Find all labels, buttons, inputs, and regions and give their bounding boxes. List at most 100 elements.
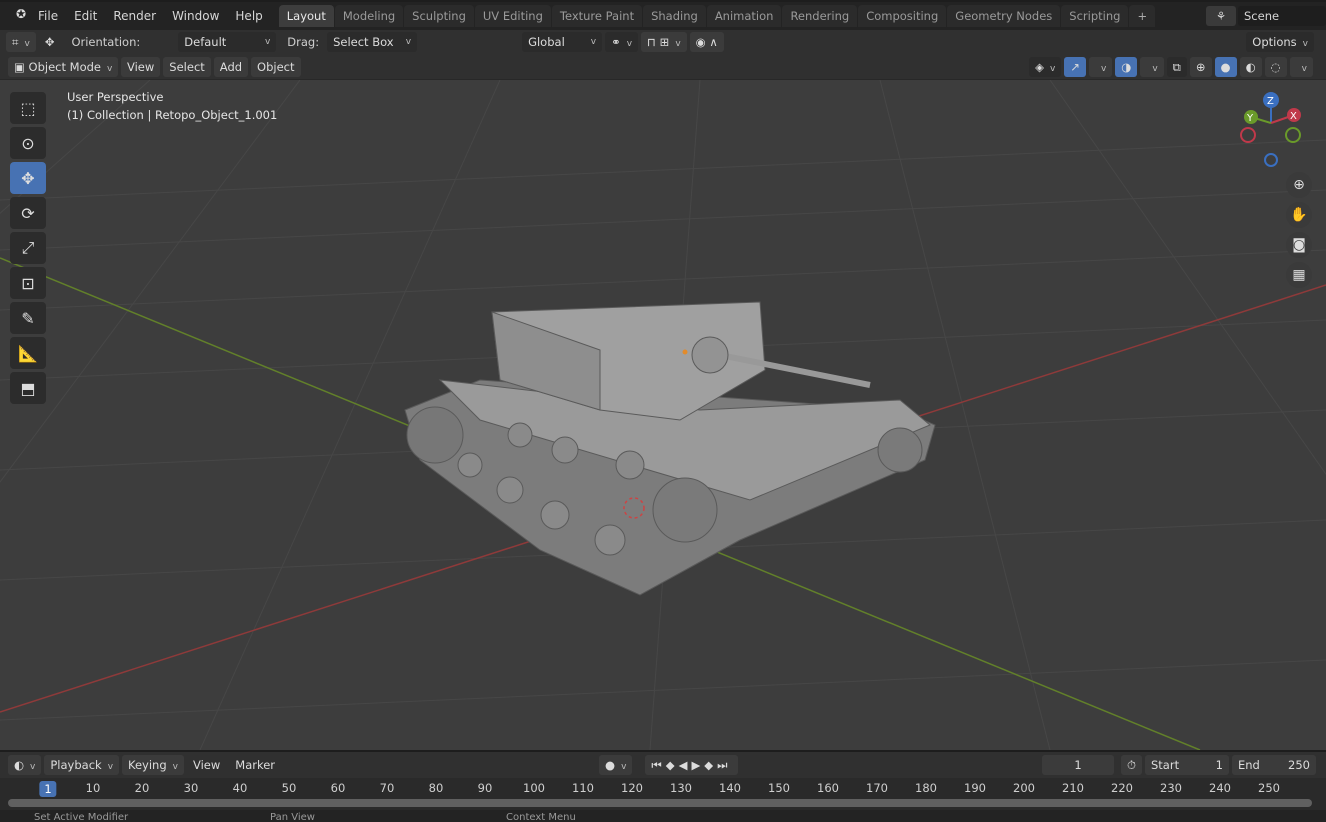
shading-material-icon[interactable]: ◐ (1239, 56, 1262, 77)
add-workspace-button[interactable]: + (1129, 5, 1156, 27)
scene-name-field[interactable]: Scene (1238, 6, 1326, 26)
current-frame-field[interactable]: 1 (1042, 755, 1115, 775)
drag-value: Select Box (333, 35, 394, 49)
tab-modeling[interactable]: Modeling (334, 5, 404, 27)
frame-tick: 60 (330, 781, 346, 795)
start-frame-field[interactable]: Start 1 (1145, 755, 1229, 775)
frame-tick: 230 (1160, 781, 1182, 795)
tab-animation[interactable]: Animation (706, 5, 782, 27)
mode-value: Object Mode (28, 59, 101, 74)
tab-uv-editing[interactable]: UV Editing (474, 5, 551, 27)
menu-add[interactable]: Add (213, 56, 249, 77)
shading-dropdown[interactable]: v (1289, 56, 1313, 77)
pan-hand-icon[interactable]: ✋ (1286, 202, 1312, 228)
top-bar: ✪ File Edit Render Window Help Layout Mo… (0, 2, 1326, 30)
menu-file[interactable]: File (30, 9, 66, 23)
start-label: Start (1151, 758, 1180, 772)
3d-viewport[interactable]: User Perspective (1) Collection | Retopo… (0, 80, 1326, 750)
menu-edit[interactable]: Edit (66, 9, 105, 23)
annotate-tool-icon[interactable]: ✎ (10, 302, 46, 334)
tab-geometry-nodes[interactable]: Geometry Nodes (947, 5, 1061, 27)
tank-model (404, 301, 936, 596)
tab-layout[interactable]: Layout (278, 5, 334, 27)
playback-menu[interactable]: Playback v (44, 755, 120, 775)
tab-texture-paint[interactable]: Texture Paint (551, 5, 643, 27)
menu-object[interactable]: Object (251, 56, 301, 77)
shading-wireframe-icon[interactable]: ⊕ (1189, 56, 1212, 77)
auto-keying-icon[interactable]: ● v (599, 755, 633, 775)
frame-tick: 240 (1209, 781, 1231, 795)
transform-orientation-dropdown[interactable]: Global v (522, 32, 603, 52)
measure-tool-icon[interactable]: 📐 (10, 337, 46, 369)
frame-tick: 10 (85, 781, 101, 795)
shading-rendered-icon[interactable]: ◌ (1264, 56, 1287, 77)
overlay-toggle-icon[interactable]: ◑ (1115, 56, 1138, 77)
timeline-scrollbar[interactable] (8, 799, 1312, 807)
end-frame-field[interactable]: End 250 (1232, 755, 1316, 775)
tool-settings-icon[interactable]: ⌗ v (6, 32, 36, 52)
tab-rendering[interactable]: Rendering (782, 5, 858, 27)
tool-header: ⌗ v ✥ Orientation: Default v Drag: Select … (0, 30, 1326, 54)
preview-range-icon[interactable]: ⏱ (1121, 755, 1142, 775)
tab-shading[interactable]: Shading (643, 5, 706, 27)
xray-icon[interactable]: ⧉ (1166, 56, 1187, 77)
frame-tick: 100 (523, 781, 545, 795)
timeline[interactable]: 1 10 20 30 40 50 60 70 80 90 100 110 120 130 140 150 160… (0, 778, 1326, 810)
frame-tick: 190 (964, 781, 986, 795)
menu-render[interactable]: Render (105, 9, 164, 23)
gizmo-y-label: Y (1246, 113, 1254, 124)
current-frame-indicator[interactable]: 1 (39, 781, 57, 797)
end-label: End (1238, 758, 1260, 772)
menu-window[interactable]: Window (164, 9, 227, 23)
gizmo-x-label: X (1290, 111, 1297, 122)
playback-controls[interactable]: ⏮◆◀▶◆⏭ (645, 755, 738, 775)
frame-tick: 20 (134, 781, 150, 795)
status-hint-right-click: Context Menu (506, 812, 576, 822)
frame-tick: 90 (477, 781, 493, 795)
rotate-tool-icon[interactable]: ⟳ (10, 197, 46, 229)
pivot-point-icon[interactable]: ⚭ v (605, 32, 639, 52)
frame-tick: 140 (719, 781, 741, 795)
move-tool-button[interactable]: ✥ (10, 162, 46, 194)
tab-sculpting[interactable]: Sculpting (404, 5, 474, 27)
timeline-view-menu[interactable]: View (187, 755, 226, 775)
scene-selector-icon[interactable]: ⚘ (1206, 6, 1236, 26)
shading-solid-icon[interactable]: ● (1214, 56, 1237, 77)
navigation-gizmo[interactable]: Z X Y (1226, 88, 1316, 178)
frame-tick: 170 (866, 781, 888, 795)
transform-tool-icon[interactable]: ⊡ (10, 267, 46, 299)
tool-shelf: ⬚ ⊙ ✥ ⟳ ⤢ ⊡ ✎ 📐 ⬒ (10, 92, 48, 407)
drag-dropdown[interactable]: Select Box v (327, 32, 418, 52)
blender-logo-icon[interactable]: ✪ (8, 7, 26, 25)
snap-icon[interactable]: ⊓ ⊞ v (641, 32, 687, 52)
camera-view-icon[interactable]: ◙ (1286, 232, 1312, 258)
keying-menu[interactable]: Keying v (122, 755, 184, 775)
menu-view[interactable]: View (121, 56, 161, 77)
options-dropdown[interactable]: Options v (1246, 32, 1314, 52)
add-cube-tool-icon[interactable]: ⬒ (10, 372, 46, 404)
mode-dropdown[interactable]: ▣ Object Mode v (8, 56, 118, 77)
perspective-toggle-icon[interactable]: ▦ (1286, 262, 1312, 288)
frame-tick: 50 (281, 781, 297, 795)
cursor-tool-icon[interactable]: ⊙ (10, 127, 46, 159)
tab-compositing[interactable]: Compositing (858, 5, 947, 27)
collection-info: (1) Collection | Retopo_Object_1.001 (67, 108, 278, 122)
proportional-editing-icon[interactable]: ◉ ∧ (689, 32, 724, 52)
orientation-dropdown[interactable]: Default v (178, 32, 277, 52)
scale-tool-icon[interactable]: ⤢ (10, 232, 46, 264)
status-bar: Set Active Modifier Pan View Context Men… (0, 810, 1326, 822)
gizmo-dropdown[interactable]: v (1088, 56, 1113, 77)
zoom-icon[interactable]: ⊕ (1286, 172, 1312, 198)
editor-type-icon[interactable]: ◐ v (8, 755, 42, 775)
frame-ruler[interactable]: 1 10 20 30 40 50 60 70 80 90 100 110 120 130 140 150 160… (0, 781, 1326, 799)
overlay-dropdown[interactable]: v (1140, 56, 1164, 77)
select-box-icon[interactable]: ⬚ (10, 92, 46, 124)
gizmo-toggle-icon[interactable]: ↗ (1064, 56, 1086, 77)
frame-tick: 200 (1013, 781, 1035, 795)
timeline-marker-menu[interactable]: Marker (229, 755, 281, 775)
menu-select[interactable]: Select (163, 56, 211, 77)
menu-help[interactable]: Help (227, 9, 270, 23)
visibility-icon[interactable]: ◈ v (1029, 56, 1062, 77)
frame-tick: 130 (670, 781, 692, 795)
tab-scripting[interactable]: Scripting (1061, 5, 1129, 27)
